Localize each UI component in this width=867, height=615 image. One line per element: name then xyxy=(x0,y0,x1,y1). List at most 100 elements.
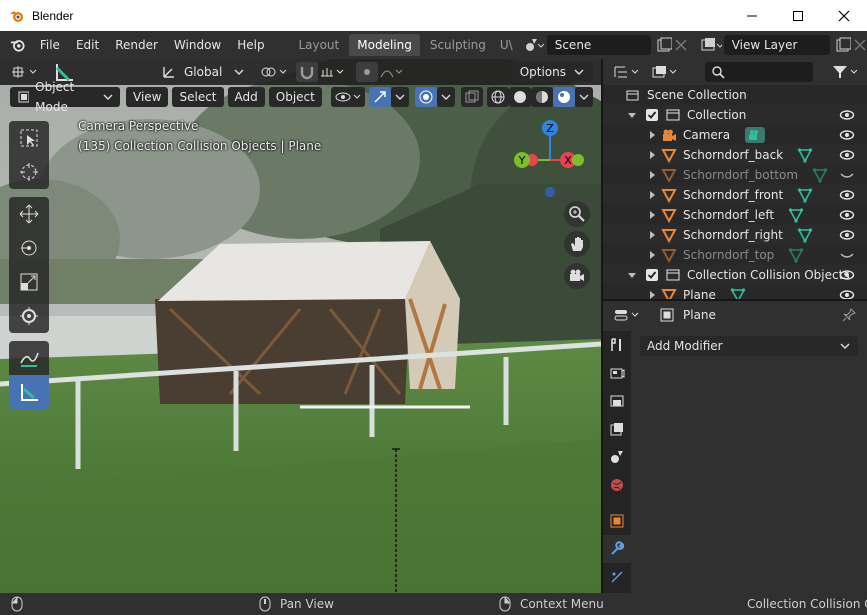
expand-right-icon[interactable] xyxy=(647,190,657,200)
maximize-button[interactable] xyxy=(775,0,821,31)
expand-right-icon[interactable] xyxy=(647,250,657,260)
eye-icon[interactable] xyxy=(839,128,855,142)
orientation-dropdown[interactable]: Global xyxy=(180,62,250,82)
snap-target-dropdown[interactable] xyxy=(318,62,348,82)
outliner-editor-type-button[interactable] xyxy=(611,62,645,82)
tool-transform[interactable] xyxy=(9,299,49,333)
checkbox-icon[interactable] xyxy=(645,108,659,122)
overlay-dropdown[interactable] xyxy=(437,87,455,107)
eye-icon[interactable] xyxy=(839,148,855,162)
shading-dropdown[interactable] xyxy=(575,87,593,107)
tab-scene[interactable] xyxy=(603,443,631,471)
options-dropdown[interactable]: Options xyxy=(512,62,593,82)
tab-render[interactable] xyxy=(603,359,631,387)
camera-view-button[interactable] xyxy=(564,263,590,289)
expand-right-icon[interactable] xyxy=(647,130,657,140)
camera-data-icon[interactable] xyxy=(744,126,766,144)
scene-selector[interactable] xyxy=(523,36,545,54)
shading-solid-button[interactable] xyxy=(509,87,531,107)
scene-name-field[interactable]: Scene xyxy=(546,35,651,55)
proportional-editing-toggle[interactable] xyxy=(356,62,379,82)
mesh-data-icon[interactable] xyxy=(730,287,746,299)
mesh-data-icon[interactable] xyxy=(797,147,813,163)
display-mode-dropdown[interactable] xyxy=(649,62,683,82)
menu-help[interactable]: Help xyxy=(229,34,272,56)
tab-world[interactable] xyxy=(603,471,631,499)
eye-icon[interactable] xyxy=(839,208,855,222)
expand-down-icon[interactable] xyxy=(627,110,637,120)
outliner-row[interactable]: Plane xyxy=(603,285,867,299)
overlay-toggle[interactable] xyxy=(415,87,437,107)
eye-closed-icon[interactable] xyxy=(839,248,855,262)
expand-right-icon[interactable] xyxy=(647,290,657,299)
tool-move[interactable] xyxy=(9,197,49,231)
outliner-row[interactable]: Collection Collision Objects xyxy=(603,265,867,285)
outliner-scene-collection[interactable]: Scene Collection xyxy=(603,85,867,105)
properties-editor-type-button[interactable] xyxy=(611,305,645,325)
gizmo-dropdown[interactable] xyxy=(391,87,409,107)
expand-right-icon[interactable] xyxy=(647,230,657,240)
tool-scale[interactable] xyxy=(9,265,49,299)
menu-object[interactable]: Object xyxy=(268,87,322,107)
eye-icon[interactable] xyxy=(839,108,855,122)
close-button[interactable] xyxy=(821,0,867,31)
tab-modeling[interactable]: Modeling xyxy=(349,34,420,56)
outliner-row[interactable]: Schorndorf_bottom xyxy=(603,165,867,185)
tab-uv[interactable]: U\ xyxy=(496,34,517,56)
eye-icon[interactable] xyxy=(839,288,855,299)
add-modifier-dropdown[interactable]: Add Modifier xyxy=(640,336,858,356)
new-scene-icon[interactable] xyxy=(655,36,673,54)
expand-right-icon[interactable] xyxy=(647,210,657,220)
tool-annotate[interactable] xyxy=(9,341,49,375)
tool-select-box[interactable] xyxy=(9,121,49,155)
tab-object[interactable] xyxy=(603,507,631,535)
mesh-data-icon[interactable] xyxy=(797,187,813,203)
tool-measure[interactable] xyxy=(9,375,49,409)
outliner-row[interactable]: Schorndorf_top xyxy=(603,245,867,265)
menu-render[interactable]: Render xyxy=(107,34,166,56)
minimize-button[interactable] xyxy=(729,0,775,31)
tab-tool[interactable] xyxy=(603,331,631,359)
pin-icon[interactable] xyxy=(841,307,857,323)
mesh-data-icon[interactable] xyxy=(788,247,804,263)
checkbox-icon[interactable] xyxy=(645,268,659,282)
eye-icon[interactable] xyxy=(839,268,855,282)
outliner-row[interactable]: Collection xyxy=(603,105,867,125)
mesh-data-icon[interactable] xyxy=(812,167,828,183)
tool-cursor[interactable] xyxy=(9,155,49,189)
eye-closed-icon[interactable] xyxy=(839,168,855,182)
outliner-row[interactable]: Schorndorf_front xyxy=(603,185,867,205)
menu-file[interactable]: File xyxy=(32,34,68,56)
xray-toggle[interactable] xyxy=(461,87,483,107)
outliner-search-input[interactable] xyxy=(705,62,813,82)
remove-scene-icon[interactable] xyxy=(672,36,688,54)
snap-toggle[interactable] xyxy=(296,62,319,82)
expand-down-icon[interactable] xyxy=(627,270,637,280)
outliner-row[interactable]: Schorndorf_right xyxy=(603,225,867,245)
outliner-row[interactable]: Schorndorf_back xyxy=(603,145,867,165)
viewlayer-name-field[interactable]: View Layer xyxy=(723,35,830,55)
navigation-gizmo[interactable]: Z Y X xyxy=(506,115,596,205)
3d-viewport[interactable]: Global Options Object Mode View Select A… xyxy=(0,59,601,593)
visibility-dropdown[interactable] xyxy=(331,87,365,107)
tool-rotate[interactable] xyxy=(9,231,49,265)
menu-select[interactable]: Select xyxy=(172,87,224,107)
blender-menu-icon[interactable] xyxy=(10,36,26,54)
expand-right-icon[interactable] xyxy=(647,170,657,180)
gizmo-toggle[interactable] xyxy=(369,87,391,107)
expand-right-icon[interactable] xyxy=(647,150,657,160)
tab-output[interactable] xyxy=(603,387,631,415)
outliner-row[interactable]: Schorndorf_left xyxy=(603,205,867,225)
outliner-row[interactable]: Camera xyxy=(603,125,867,145)
menu-add[interactable]: Add xyxy=(227,87,265,107)
tab-sculpting[interactable]: Sculpting xyxy=(422,34,494,56)
mode-dropdown[interactable]: Object Mode xyxy=(10,80,120,114)
tab-modifiers[interactable] xyxy=(603,535,631,563)
pan-button[interactable] xyxy=(564,231,590,257)
menu-view[interactable]: View xyxy=(126,87,169,107)
tab-particles[interactable] xyxy=(603,563,631,591)
shading-rendered-button[interactable] xyxy=(553,87,575,107)
mesh-data-icon[interactable] xyxy=(797,227,813,243)
remove-viewlayer-icon[interactable] xyxy=(851,36,867,54)
eye-icon[interactable] xyxy=(839,228,855,242)
